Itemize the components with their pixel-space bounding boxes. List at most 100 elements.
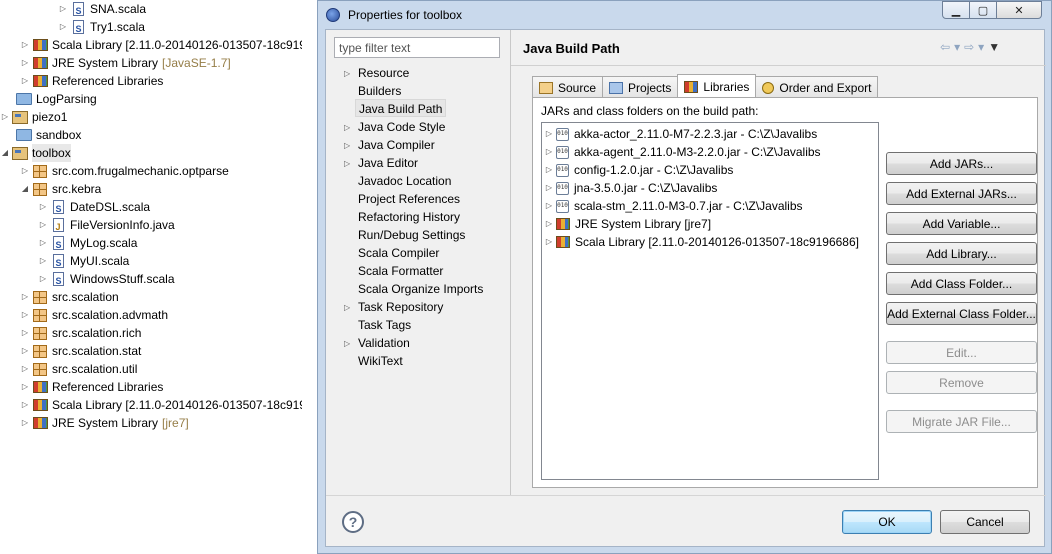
add-jars-button[interactable]: Add JARs... bbox=[886, 152, 1037, 175]
expand-arrow-icon[interactable]: ▷ bbox=[344, 69, 350, 78]
library-list[interactable]: ▷ 010 akka-actor_2.11.0-M7-2.2.3.jar - C… bbox=[541, 122, 879, 480]
expand-arrow-icon[interactable]: ▷ bbox=[20, 414, 30, 432]
expand-arrow-icon[interactable]: ▷ bbox=[20, 288, 30, 306]
tree-item-selected[interactable]: ◢ toolbox bbox=[0, 144, 71, 162]
expand-arrow-icon[interactable]: ▷ bbox=[542, 125, 556, 143]
expand-arrow-icon[interactable]: ▷ bbox=[38, 252, 48, 270]
add-external-class-folder-button[interactable]: Add External Class Folder... bbox=[886, 302, 1037, 325]
expand-arrow-icon[interactable]: ▷ bbox=[542, 197, 556, 215]
expand-arrow-icon[interactable]: ▷ bbox=[344, 141, 350, 150]
expand-arrow-icon[interactable]: ▷ bbox=[20, 72, 30, 90]
tree-item[interactable]: ▷ MyUI.scala bbox=[38, 252, 129, 272]
nav-item-scala-formatter[interactable]: Scala Formatter bbox=[358, 262, 443, 280]
expand-arrow-icon[interactable]: ▷ bbox=[542, 161, 556, 179]
expand-arrow-icon[interactable]: ▷ bbox=[344, 159, 350, 168]
help-button[interactable]: ? bbox=[342, 511, 364, 533]
expand-arrow-icon[interactable]: ▷ bbox=[20, 342, 30, 360]
tree-item[interactable]: ▷ JRE System Library [jre7] bbox=[20, 414, 189, 432]
nav-item-resource[interactable]: Resource bbox=[358, 64, 409, 82]
expand-arrow-icon[interactable]: ▷ bbox=[20, 396, 30, 414]
tab-order-and-export[interactable]: Order and Export bbox=[755, 76, 879, 98]
nav-item-java-compiler[interactable]: Java Compiler bbox=[358, 136, 435, 154]
list-item[interactable]: ▷ 010 akka-agent_2.11.0-M3-2.2.0.jar - C… bbox=[542, 143, 821, 161]
list-item[interactable]: ▷ 010 akka-actor_2.11.0-M7-2.2.3.jar - C… bbox=[542, 125, 817, 143]
list-item[interactable]: ▷ 010 scala-stm_2.11.0-M3-0.7.jar - C:\Z… bbox=[542, 197, 803, 215]
add-class-folder-button[interactable]: Add Class Folder... bbox=[886, 272, 1037, 295]
nav-item-builders[interactable]: Builders bbox=[358, 82, 401, 100]
nav-item-java-editor[interactable]: Java Editor bbox=[358, 154, 418, 172]
tree-item[interactable]: ▷ piezo1 bbox=[0, 108, 67, 126]
edit-button[interactable]: Edit... bbox=[886, 341, 1037, 364]
tree-item[interactable]: ▷ src.scalation bbox=[20, 288, 119, 306]
nav-item-java-build-path[interactable]: Java Build Path bbox=[355, 99, 447, 117]
expand-arrow-icon[interactable]: ▷ bbox=[38, 234, 48, 252]
maximize-button[interactable]: ▢ bbox=[969, 1, 997, 19]
list-item[interactable]: ▷ 010 config-1.2.0.jar - C:\Z\Javalibs bbox=[542, 161, 733, 179]
expand-arrow-icon[interactable]: ▷ bbox=[344, 303, 350, 312]
tree-item[interactable]: ▷ WindowsStuff.scala bbox=[38, 270, 175, 290]
expand-arrow-icon[interactable]: ▷ bbox=[344, 123, 350, 132]
ok-button[interactable]: OK bbox=[842, 510, 932, 534]
nav-item-project-references[interactable]: Project References bbox=[358, 190, 460, 208]
minimize-button[interactable]: ▁ bbox=[942, 1, 970, 19]
nav-item-task-tags[interactable]: Task Tags bbox=[358, 316, 411, 334]
expand-arrow-icon[interactable]: ▷ bbox=[20, 360, 30, 378]
list-item[interactable]: ▷ Scala Library [2.11.0-20140126-013507-… bbox=[542, 233, 859, 251]
collapse-arrow-icon[interactable]: ◢ bbox=[20, 180, 30, 198]
expand-arrow-icon[interactable]: ▷ bbox=[58, 18, 68, 36]
nav-item-javadoc-location[interactable]: Javadoc Location bbox=[358, 172, 451, 190]
expand-arrow-icon[interactable]: ▷ bbox=[20, 36, 30, 54]
remove-button[interactable]: Remove bbox=[886, 371, 1037, 394]
expand-arrow-icon[interactable]: ▷ bbox=[20, 306, 30, 324]
expand-arrow-icon[interactable]: ▷ bbox=[20, 54, 30, 72]
expand-arrow-icon[interactable]: ▷ bbox=[542, 143, 556, 161]
expand-arrow-icon[interactable]: ▷ bbox=[20, 162, 30, 180]
expand-arrow-icon[interactable]: ▷ bbox=[20, 378, 30, 396]
nav-item-wikitext[interactable]: WikiText bbox=[358, 352, 403, 370]
expand-arrow-icon[interactable]: ▷ bbox=[542, 179, 556, 197]
list-item[interactable]: ▷ JRE System Library [jre7] bbox=[542, 215, 711, 233]
expand-arrow-icon[interactable]: ▷ bbox=[0, 108, 10, 126]
tree-item[interactable]: ▷ src.scalation.util bbox=[20, 360, 137, 378]
expand-arrow-icon[interactable]: ▷ bbox=[38, 198, 48, 216]
tree-item[interactable]: ◢ src.kebra bbox=[20, 180, 101, 198]
expand-arrow-icon[interactable]: ▷ bbox=[38, 216, 48, 234]
tree-item[interactable]: ▷ Referenced Libraries bbox=[20, 378, 163, 396]
tree-item[interactable]: ▷ SNA.scala bbox=[58, 0, 146, 20]
add-library-button[interactable]: Add Library... bbox=[886, 242, 1037, 265]
back-menu-icon[interactable]: ▾ bbox=[954, 40, 960, 54]
list-item[interactable]: ▷ 010 jna-3.5.0.jar - C:\Z\Javalibs bbox=[542, 179, 717, 197]
nav-item-scala-compiler[interactable]: Scala Compiler bbox=[358, 244, 439, 262]
tree-item[interactable]: ▷ FileVersionInfo.java bbox=[38, 216, 175, 236]
expand-arrow-icon[interactable]: ▷ bbox=[542, 233, 556, 251]
view-menu-icon[interactable]: ▼ bbox=[988, 40, 1000, 54]
filter-input[interactable] bbox=[334, 37, 500, 58]
tab-libraries[interactable]: Libraries bbox=[677, 74, 757, 98]
tree-item[interactable]: ▷ Scala Library [2.11.0-20140126-013507-… bbox=[20, 396, 302, 414]
tree-item[interactable]: ▷ MyLog.scala bbox=[38, 234, 137, 254]
nav-item-java-code-style[interactable]: Java Code Style bbox=[358, 118, 445, 136]
splitter[interactable] bbox=[510, 30, 511, 495]
nav-item-run-debug-settings[interactable]: Run/Debug Settings bbox=[358, 226, 465, 244]
forward-menu-icon[interactable]: ▾ bbox=[978, 40, 984, 54]
tree-item[interactable]: ▷ Try1.scala bbox=[58, 18, 145, 38]
tree-item[interactable]: ▷ JRE System Library [JavaSE-1.7] bbox=[20, 54, 231, 72]
add-external-jars-button[interactable]: Add External JARs... bbox=[886, 182, 1037, 205]
add-variable-button[interactable]: Add Variable... bbox=[886, 212, 1037, 235]
tree-item[interactable]: ▷ src.scalation.stat bbox=[20, 342, 141, 360]
collapse-arrow-icon[interactable]: ◢ bbox=[0, 144, 10, 162]
forward-arrow-icon[interactable]: ⇨ bbox=[964, 40, 974, 54]
expand-arrow-icon[interactable]: ▷ bbox=[20, 324, 30, 342]
nav-item-refactoring-history[interactable]: Refactoring History bbox=[358, 208, 460, 226]
migrate-jar-button[interactable]: Migrate JAR File... bbox=[886, 410, 1037, 433]
tree-item[interactable]: ▷ src.scalation.rich bbox=[20, 324, 141, 342]
close-button[interactable]: ✕ bbox=[996, 1, 1042, 19]
cancel-button[interactable]: Cancel bbox=[940, 510, 1030, 534]
tab-source[interactable]: Source bbox=[532, 76, 604, 98]
tree-item[interactable]: LogParsing bbox=[4, 90, 97, 108]
tree-item[interactable]: sandbox bbox=[4, 126, 81, 144]
nav-item-task-repository[interactable]: Task Repository bbox=[358, 298, 443, 316]
tree-item[interactable]: ▷ Referenced Libraries bbox=[20, 72, 163, 90]
expand-arrow-icon[interactable]: ▷ bbox=[344, 339, 350, 348]
nav-item-validation[interactable]: Validation bbox=[358, 334, 410, 352]
